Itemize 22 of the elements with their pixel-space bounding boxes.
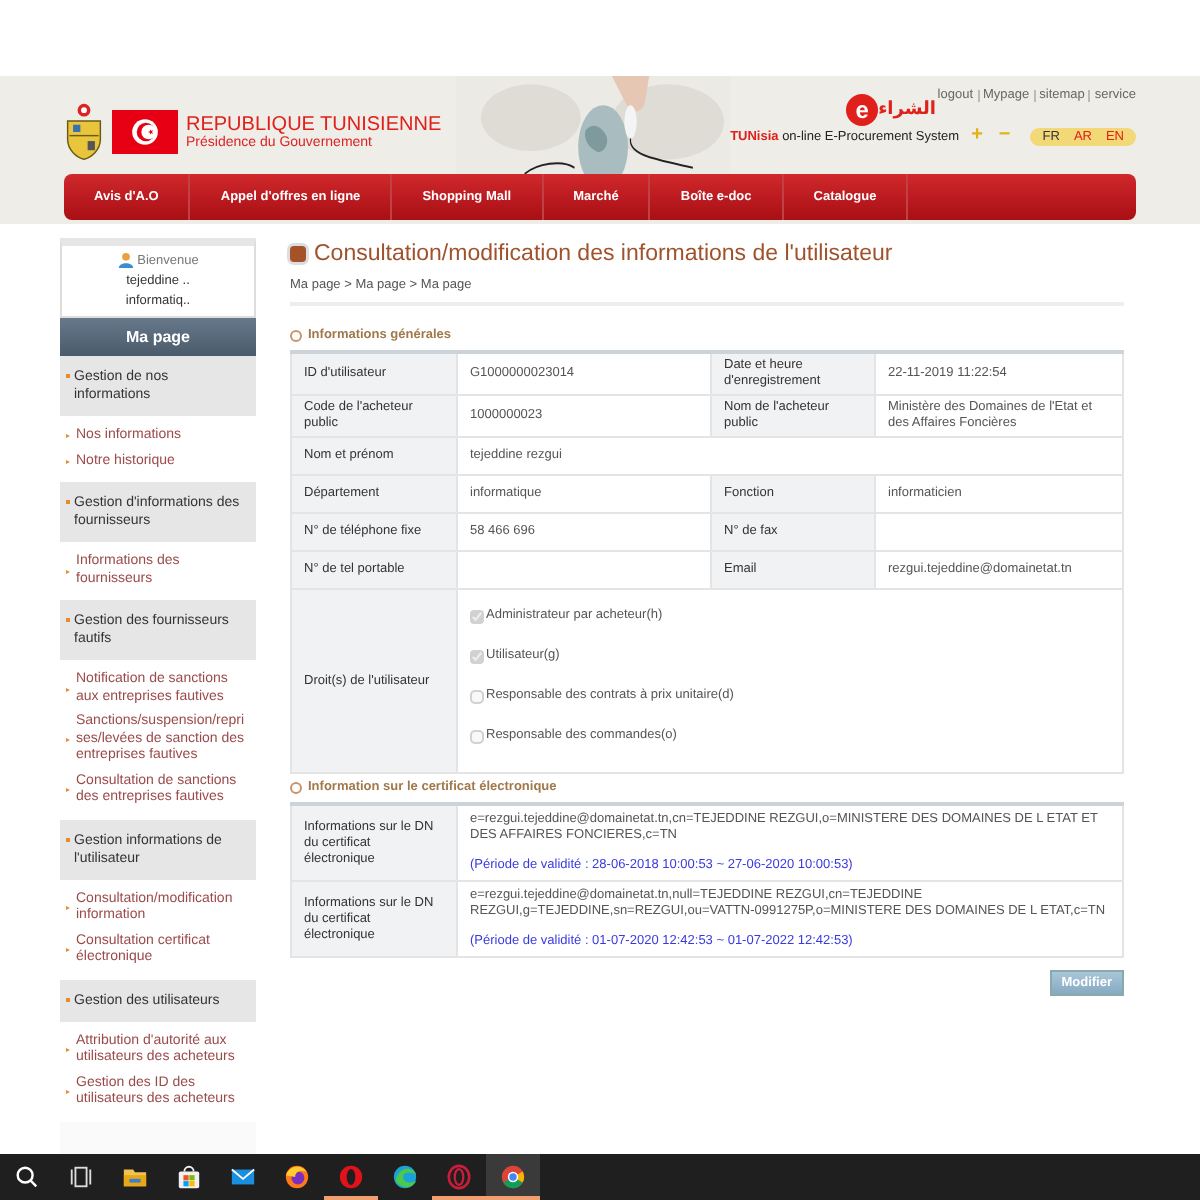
title-icon [290, 246, 306, 262]
sidebar-heading: Ma page [60, 318, 256, 356]
folder-icon [122, 1164, 148, 1190]
opera-icon [338, 1164, 364, 1190]
logo-mark: e [846, 94, 879, 126]
user-icon [117, 252, 134, 268]
mail-icon [230, 1164, 256, 1190]
page-title: Consultation/modification des informations de l'utilisateur [314, 242, 893, 266]
section-icon [290, 781, 302, 793]
firefox-icon [284, 1164, 310, 1190]
emblem-icon [64, 101, 104, 161]
edge-icon [392, 1164, 418, 1190]
logo-text: الشراء [878, 100, 936, 120]
flag-icon [112, 109, 178, 153]
section-icon [290, 329, 302, 341]
opera-gx-icon [446, 1164, 472, 1190]
country-name: REPUBLIQUE TUNISIENNE [186, 113, 442, 135]
search-icon [14, 1164, 40, 1190]
taskbar-button[interactable] [486, 1154, 540, 1200]
task-view-icon [68, 1164, 94, 1190]
store-icon [176, 1164, 202, 1190]
chrome-icon [500, 1164, 526, 1190]
